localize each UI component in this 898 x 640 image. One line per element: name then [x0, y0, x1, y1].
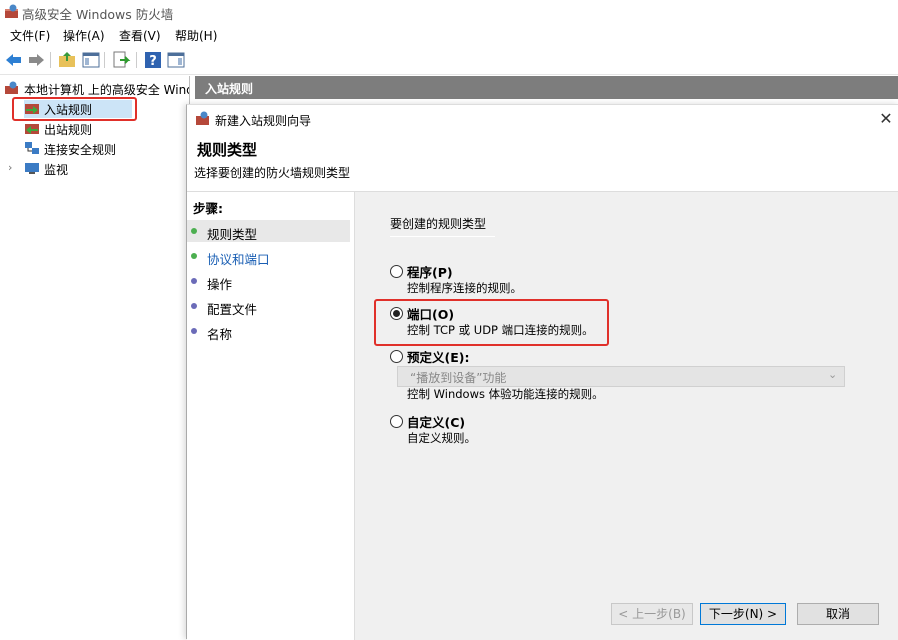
- dialog-title: 新建入站规则向导: [215, 114, 312, 128]
- toolbar: ?: [0, 46, 898, 75]
- toolbar-separator: [104, 52, 105, 68]
- step-label: 规则类型: [207, 227, 258, 242]
- menu-action[interactable]: 操作(A): [63, 27, 105, 44]
- monitor-icon: [25, 163, 39, 174]
- step-rule-type[interactable]: 规则类型: [187, 220, 350, 242]
- radio-predefined[interactable]: [390, 350, 403, 363]
- firewall-icon: [5, 4, 18, 18]
- predefined-select[interactable]: “播放到设备”功能 ⌄: [397, 366, 845, 387]
- tree-item-label: 监视: [44, 163, 69, 177]
- firewall-icon: [196, 111, 209, 125]
- up-folder-icon[interactable]: [57, 50, 77, 70]
- show-hide-action-pane-icon[interactable]: [166, 50, 186, 70]
- chevron-right-icon[interactable]: ›: [8, 161, 12, 174]
- radio-custom[interactable]: [390, 415, 403, 428]
- option-predefined-desc: 控制 Windows 体验功能连接的规则。: [407, 387, 604, 401]
- chevron-down-icon: ⌄: [828, 368, 838, 381]
- next-button[interactable]: 下一步(N) >: [700, 603, 786, 625]
- export-list-icon[interactable]: [111, 50, 131, 70]
- menu-file[interactable]: 文件(F): [10, 27, 50, 44]
- step-label: 名称: [207, 327, 233, 342]
- tree-item-monitoring[interactable]: › 监视: [8, 160, 148, 178]
- menu-view[interactable]: 查看(V): [119, 27, 161, 44]
- step-dot-icon: [191, 303, 197, 309]
- show-hide-tree-icon[interactable]: [81, 50, 101, 70]
- steps-pane: 步骤: 规则类型 协议和端口 操作 配置文件 名称: [187, 191, 354, 640]
- tree-root-label: 本地计算机 上的高级安全 Windows 防火墙: [24, 83, 189, 97]
- window-title: 高级安全 Windows 防火墙: [22, 7, 174, 22]
- highlight-box: [374, 299, 609, 346]
- help-icon[interactable]: ?: [143, 50, 163, 70]
- menu-help[interactable]: 帮助(H): [175, 27, 217, 44]
- menu-bar: 文件(F) 操作(A) 查看(V) 帮助(H): [0, 24, 898, 46]
- forward-arrow-icon[interactable]: [26, 50, 46, 70]
- new-inbound-rule-wizard: 新建入站规则向导 ✕ 规则类型 选择要创建的防火墙规则类型 步骤: 规则类型 协…: [186, 104, 898, 640]
- step-label: 协议和端口: [207, 252, 270, 267]
- step-name[interactable]: 名称: [187, 320, 350, 342]
- results-pane-header: 入站规则: [195, 76, 898, 99]
- tree-item-label: 出站规则: [44, 123, 93, 137]
- console-tree: 本地计算机 上的高级安全 Windows 防火墙 入站规则 出站规则 连接安全规…: [0, 76, 190, 638]
- question-label: 要创建的规则类型: [390, 217, 487, 231]
- step-label: 操作: [207, 277, 233, 292]
- tree-item-outbound-rules[interactable]: 出站规则: [24, 120, 144, 138]
- option-program-desc: 控制程序连接的规则。: [407, 281, 522, 295]
- svg-text:?: ?: [149, 54, 157, 69]
- predefined-select-value: “播放到设备”功能: [410, 371, 507, 385]
- back-button[interactable]: < 上一步(B): [611, 603, 693, 625]
- content-pane: 要创建的规则类型 程序(P) 控制程序连接的规则。 端口(O) 控制 TCP 或…: [354, 191, 898, 640]
- step-dot-icon: [191, 278, 197, 284]
- highlight-box: [12, 97, 137, 121]
- cancel-button[interactable]: 取消: [797, 603, 879, 625]
- close-icon[interactable]: ✕: [877, 109, 895, 128]
- page-heading: 规则类型: [197, 141, 258, 159]
- back-arrow-icon[interactable]: [4, 50, 24, 70]
- title-bar: 高级安全 Windows 防火墙: [0, 0, 898, 24]
- tree-item-connection-security-rules[interactable]: 连接安全规则: [24, 140, 164, 158]
- firewall-icon: [5, 81, 18, 94]
- steps-label: 步骤:: [193, 201, 223, 216]
- option-custom-desc: 自定义规则。: [407, 431, 476, 445]
- step-profile[interactable]: 配置文件: [187, 295, 350, 317]
- tree-item-label: 连接安全规则: [44, 143, 117, 157]
- radio-program[interactable]: [390, 265, 403, 278]
- results-pane-title: 入站规则: [205, 82, 254, 96]
- toolbar-separator: [136, 52, 137, 68]
- divider: [390, 236, 495, 237]
- step-dot-icon: [191, 253, 197, 259]
- tree-root[interactable]: 本地计算机 上的高级安全 Windows 防火墙: [4, 80, 189, 98]
- page-subtitle: 选择要创建的防火墙规则类型: [194, 166, 351, 180]
- connection-security-icon: [25, 142, 39, 154]
- option-program-title[interactable]: 程序(P): [407, 262, 453, 281]
- step-label: 配置文件: [207, 302, 258, 317]
- step-dot-icon: [191, 328, 197, 334]
- step-protocol-ports[interactable]: 协议和端口: [187, 245, 350, 267]
- step-dot-icon: [191, 228, 197, 234]
- option-custom-title[interactable]: 自定义(C): [407, 412, 465, 431]
- step-action[interactable]: 操作: [187, 270, 350, 292]
- outbound-rules-icon: [25, 124, 39, 134]
- option-predefined-title[interactable]: 预定义(E):: [407, 347, 469, 366]
- toolbar-separator: [50, 52, 51, 68]
